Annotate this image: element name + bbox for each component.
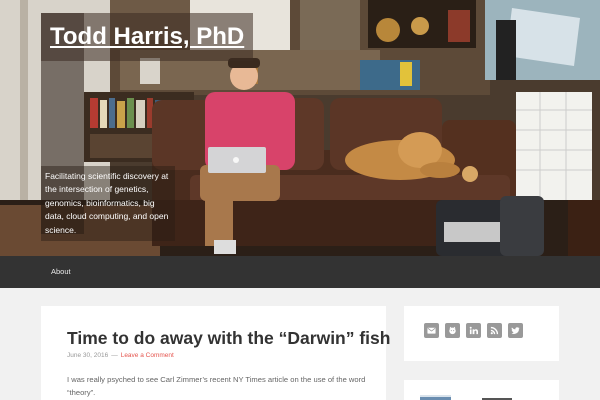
meta-separator: — <box>111 352 118 359</box>
linkedin-icon[interactable] <box>466 323 481 338</box>
site-description: Facilitating scientific discovery at the… <box>41 166 175 242</box>
social-widget <box>404 306 559 361</box>
nav-item-about[interactable]: About <box>51 267 71 276</box>
hero-header: Todd Harris, PhD Facilitating scientific… <box>0 0 600 256</box>
email-icon[interactable] <box>424 323 439 338</box>
rss-icon[interactable] <box>487 323 502 338</box>
primary-nav: About <box>0 256 600 288</box>
profile-widget <box>404 380 559 400</box>
post-date: June 30, 2016 <box>67 352 109 359</box>
post-title[interactable]: Time to do away with the “Darwin” fish <box>67 328 390 349</box>
twitter-icon[interactable] <box>508 323 523 338</box>
leave-comment-link[interactable]: Leave a Comment <box>121 352 174 359</box>
post-excerpt: I was really psyched to see Carl Zimmer’… <box>67 375 366 397</box>
post-card: Time to do away with the “Darwin” fish J… <box>41 306 390 400</box>
github-icon[interactable] <box>445 323 460 338</box>
post-meta: June 30, 2016— Leave a Comment <box>67 352 174 359</box>
profile-thumbnail[interactable] <box>420 395 451 400</box>
site-title[interactable]: Todd Harris, PhD <box>41 13 253 61</box>
